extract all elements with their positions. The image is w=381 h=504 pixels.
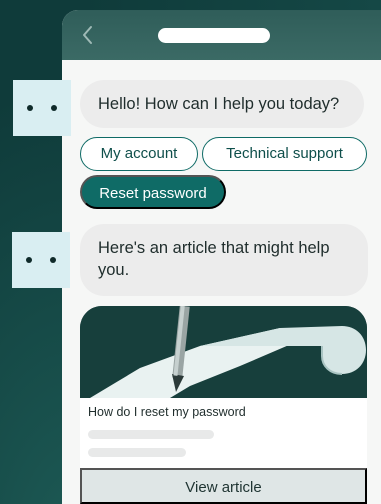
article-card[interactable]: How do I reset my password View article (80, 306, 367, 504)
header-handle (158, 28, 270, 43)
quick-reply-my-account[interactable]: My account (80, 137, 198, 171)
chat-header (62, 10, 381, 60)
text-placeholder-line (88, 448, 186, 457)
bot-avatar (12, 232, 70, 288)
bot-message-article: Here's an article that might help you. (80, 224, 368, 296)
chevron-left-icon[interactable] (78, 24, 98, 46)
pen-and-paper-illustration (80, 306, 367, 398)
bot-avatar (13, 80, 71, 136)
quick-reply-technical-support[interactable]: Technical support (202, 137, 367, 171)
article-title: How do I reset my password (88, 405, 246, 419)
view-article-button[interactable]: View article (80, 468, 367, 504)
bot-message-greeting: Hello! How can I help you today? (80, 80, 364, 128)
avatar-eye-icon (51, 105, 57, 111)
avatar-eye-icon (27, 105, 33, 111)
avatar-eye-icon (26, 257, 32, 263)
text-placeholder-line (88, 430, 214, 439)
quick-reply-reset-password[interactable]: Reset password (80, 175, 226, 209)
avatar-eye-icon (50, 257, 56, 263)
